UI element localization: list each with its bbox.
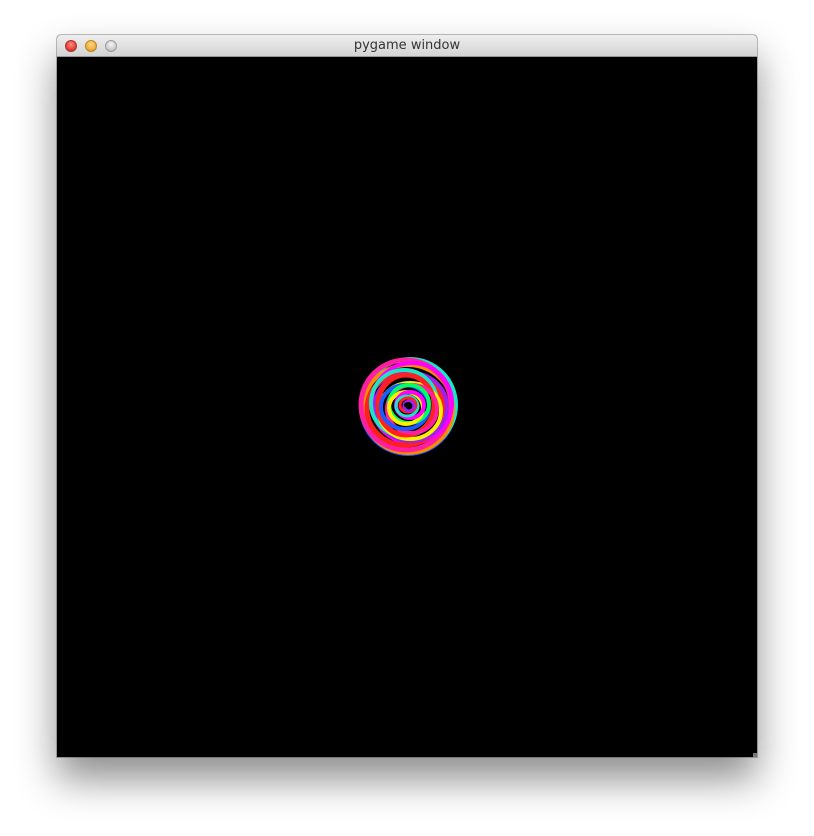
window-title: pygame window	[353, 38, 461, 53]
game-canvas[interactable]	[57, 57, 757, 757]
title-bar[interactable]: pygame window	[57, 35, 757, 57]
resize-grip[interactable]	[753, 753, 757, 757]
ring-center	[404, 402, 412, 408]
ring-drawing	[358, 357, 458, 456]
pygame-window: pygame window	[57, 35, 757, 757]
